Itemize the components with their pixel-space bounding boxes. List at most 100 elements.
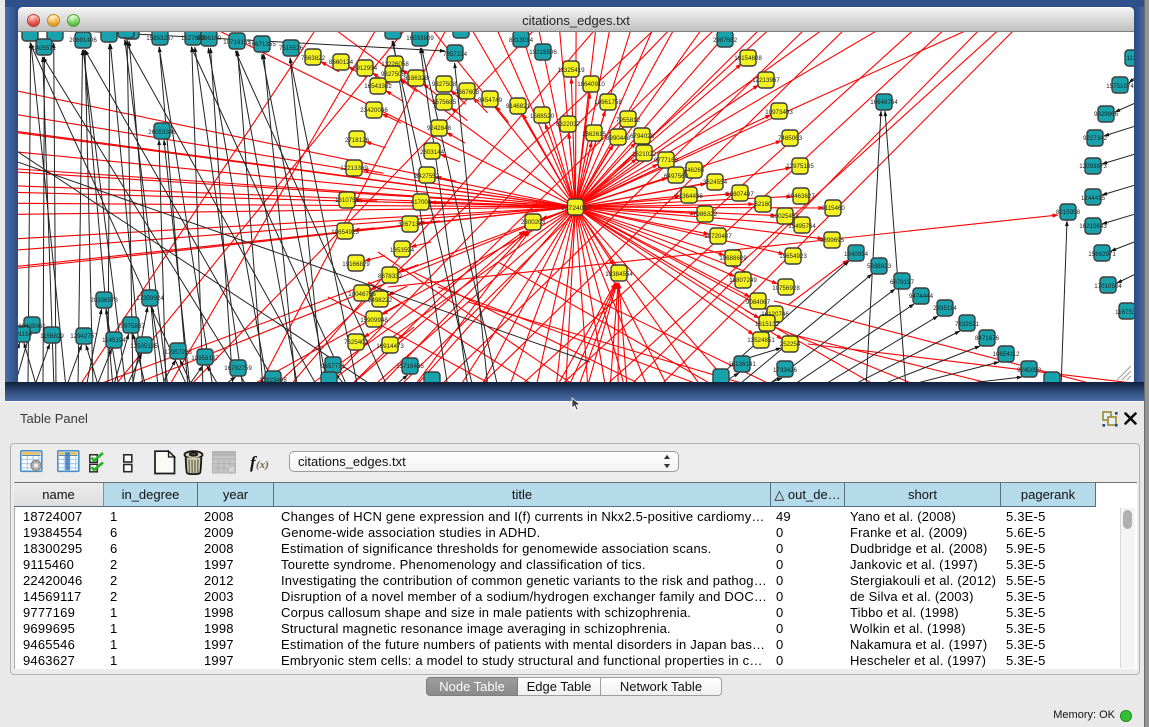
svg-text:1112: 1112	[1127, 55, 1134, 62]
svg-text:6879197: 6879197	[890, 279, 915, 286]
svg-text:17010504: 17010504	[1094, 283, 1122, 290]
svg-text:15495764: 15495764	[788, 223, 816, 230]
svg-text:9242848: 9242848	[427, 125, 452, 132]
svg-text:21364436: 21364436	[675, 193, 703, 200]
svg-text:8454749: 8454749	[478, 97, 503, 104]
svg-text:10973493: 10973493	[765, 109, 793, 116]
svg-text:1405571: 1405571	[32, 45, 57, 52]
svg-text:3624554: 3624554	[703, 179, 728, 186]
svg-text:9146821: 9146821	[506, 103, 531, 110]
svg-text:8215958: 8215958	[1056, 209, 1081, 216]
svg-text:15751074: 15751074	[1106, 83, 1134, 90]
svg-text:10025453: 10025453	[771, 213, 799, 220]
svg-text:391154: 391154	[18, 331, 33, 338]
svg-text:12923468: 12923468	[259, 377, 287, 382]
svg-text:7357224: 7357224	[443, 51, 468, 58]
svg-text:10654112: 10654112	[992, 351, 1020, 358]
svg-text:9115460: 9115460	[821, 205, 845, 212]
svg-text:12213369: 12213369	[340, 165, 368, 172]
svg-text:18807249: 18807249	[729, 277, 757, 284]
svg-text:8878332: 8878332	[378, 273, 403, 280]
svg-text:9777169: 9777169	[654, 157, 679, 164]
svg-text:11325419: 11325419	[557, 67, 585, 74]
svg-text:13226058: 13226058	[381, 61, 409, 68]
svg-text:2300203: 2300203	[521, 219, 546, 226]
svg-text:23420046: 23420046	[360, 107, 388, 114]
svg-text:1588520: 1588520	[530, 113, 555, 120]
svg-text:10756928: 10756928	[772, 285, 800, 292]
svg-text:16033809: 16033809	[406, 35, 434, 42]
svg-text:1353594: 1353594	[390, 247, 415, 254]
svg-text:18435061: 18435061	[18, 323, 46, 330]
svg-text:18640910: 18640910	[577, 81, 605, 88]
svg-text:26053346: 26053346	[148, 129, 176, 136]
svg-text:7986322: 7986322	[693, 211, 718, 218]
svg-text:1615132: 1615132	[755, 321, 780, 328]
svg-text:3267130: 3267130	[398, 221, 423, 228]
svg-text:(x): (x)	[256, 459, 269, 471]
svg-text:17957253: 17957253	[164, 349, 192, 356]
svg-text:10654923: 10654923	[331, 229, 359, 236]
svg-text:2367608: 2367608	[455, 89, 480, 96]
svg-text:15720407: 15720407	[704, 233, 732, 240]
svg-text:16154808: 16154808	[734, 55, 762, 62]
svg-text:20975887: 20975887	[117, 323, 145, 330]
svg-text:17359924: 17359924	[136, 295, 164, 302]
svg-text:1640954: 1640954	[844, 251, 869, 258]
svg-text:5938923: 5938923	[867, 263, 892, 270]
svg-text:1621022: 1621022	[632, 151, 657, 158]
svg-text:9327505: 9327505	[381, 71, 406, 78]
svg-text:10807487: 10807487	[726, 191, 754, 198]
svg-text:16648764: 16648764	[870, 99, 898, 106]
svg-text:6794028: 6794028	[630, 133, 655, 140]
svg-text:1362615: 1362615	[582, 131, 607, 138]
svg-text:10688609: 10688609	[719, 255, 747, 262]
svg-text:8813014: 8813014	[509, 37, 534, 44]
svg-text:10958107: 10958107	[191, 355, 219, 362]
svg-text:12213967: 12213967	[752, 77, 780, 84]
svg-text:15716485: 15716485	[396, 363, 424, 370]
svg-text:9327508: 9327508	[432, 81, 457, 88]
svg-text:9329966: 9329966	[1094, 111, 1119, 118]
svg-text:7663822: 7663822	[301, 55, 326, 62]
svg-text:15853257: 15853257	[146, 35, 174, 42]
svg-text:19384554: 19384554	[605, 271, 633, 278]
svg-text:15692971: 15692971	[1088, 251, 1116, 258]
svg-text:13524851: 13524851	[747, 337, 775, 344]
svg-text:9474444: 9474444	[909, 293, 934, 300]
svg-text:1733426: 1733426	[773, 367, 798, 374]
svg-text:19166829: 19166829	[342, 261, 370, 268]
svg-text:3675685: 3675685	[432, 99, 457, 106]
svg-text:6497568: 6497568	[664, 173, 689, 180]
svg-text:9227342: 9227342	[1083, 135, 1108, 142]
svg-text:8186328: 8186328	[404, 75, 429, 82]
svg-text:8912954: 8912954	[353, 65, 378, 72]
svg-text:7625402: 7625402	[344, 339, 369, 346]
svg-text:1167533: 1167533	[1115, 309, 1134, 316]
svg-text:15136141: 15136141	[728, 361, 756, 368]
svg-text:5498222: 5498222	[368, 297, 393, 304]
svg-text:16671355: 16671355	[248, 41, 276, 48]
svg-text:7632621: 7632621	[955, 321, 980, 328]
svg-text:19654923: 19654923	[779, 253, 807, 260]
svg-text:8990448: 8990448	[606, 135, 631, 142]
svg-text:1156829: 1156829	[40, 333, 64, 340]
svg-text:19218506: 19218506	[529, 49, 557, 56]
svg-text:16543362: 16543362	[364, 83, 392, 90]
svg-text:2987682: 2987682	[713, 37, 738, 44]
svg-text:18724007: 18724007	[561, 205, 591, 212]
svg-text:62160: 62160	[754, 201, 772, 208]
svg-text:12505135: 12505135	[130, 343, 158, 350]
svg-text:15909948: 15909948	[360, 317, 388, 324]
svg-text:10719155: 10719155	[223, 39, 251, 46]
svg-text:8660124: 8660124	[329, 59, 354, 66]
svg-text:9245052: 9245052	[1017, 367, 1042, 374]
svg-text:10961758: 10961758	[594, 99, 622, 106]
svg-text:7485063: 7485063	[778, 135, 803, 142]
svg-text:417004: 417004	[411, 199, 432, 206]
svg-text:12975185: 12975185	[786, 163, 814, 170]
svg-text:20691406: 20691406	[69, 37, 97, 44]
svg-text:20206578: 20206578	[90, 297, 118, 304]
svg-text:16120746: 16120746	[761, 311, 789, 318]
svg-text:252254: 252254	[780, 341, 801, 348]
